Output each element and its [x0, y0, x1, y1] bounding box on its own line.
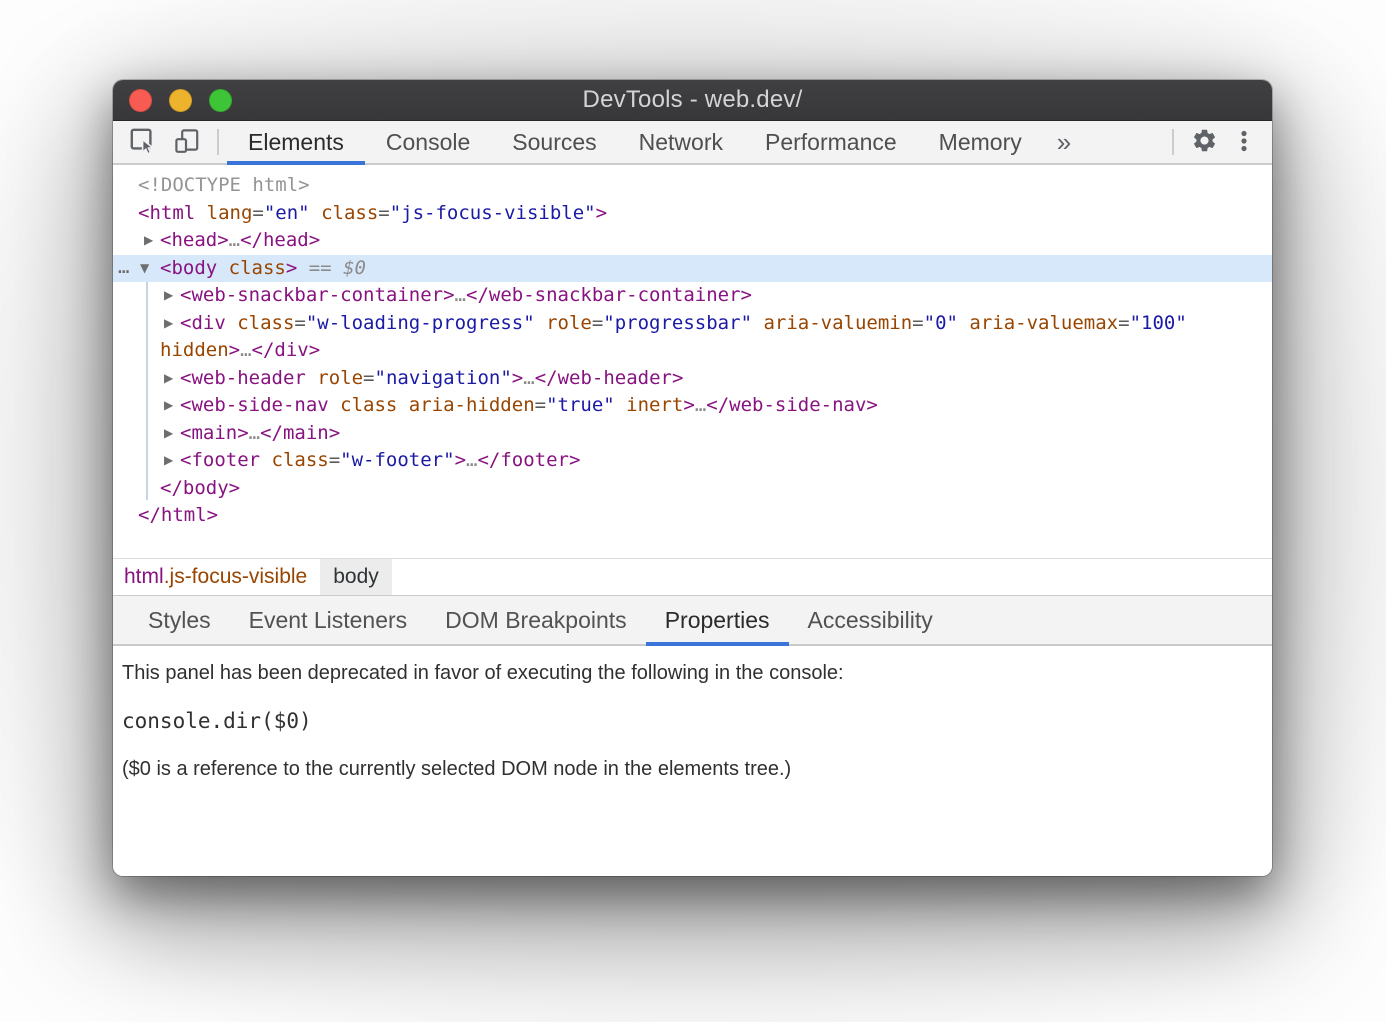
desktop-background: DevTools - web.dev/: [0, 0, 1386, 1022]
tree-row-body-open[interactable]: …▼<body class> == $0: [113, 255, 1272, 283]
sidebar-tab-event-listeners[interactable]: Event Listeners: [230, 596, 427, 644]
device-toolbar-button[interactable]: [165, 121, 209, 163]
inspect-cursor-icon: [129, 127, 157, 158]
sidebar-tab-styles[interactable]: Styles: [129, 596, 230, 644]
dollar-zero-note: ($0 is a reference to the currently sele…: [122, 758, 1263, 780]
tree-row-web-snackbar-container[interactable]: ▶<web-snackbar-container>…</web-snackbar…: [113, 282, 1272, 310]
device-toolbar-icon: [173, 127, 201, 158]
expand-arrow-icon[interactable]: ▶: [164, 447, 173, 475]
tree-row-div-loading-progress[interactable]: ▶<div class="w-loading-progress" role="p…: [113, 310, 1272, 338]
sidebar-tab-dom-breakpoints[interactable]: DOM Breakpoints: [426, 596, 646, 644]
tree-row-div-loading-progress-wrap[interactable]: hidden>…</div>: [113, 337, 1272, 365]
tab-memory[interactable]: Memory: [918, 121, 1043, 163]
toolbar-divider: [217, 129, 219, 155]
minimize-window-button[interactable]: [169, 89, 192, 112]
toolbar-spacer: [1085, 121, 1164, 163]
gear-icon: [1191, 127, 1218, 157]
node-options-dots[interactable]: …: [118, 255, 129, 280]
kebab-menu-button[interactable]: [1226, 121, 1262, 163]
tab-sources[interactable]: Sources: [491, 121, 617, 163]
zoom-window-button[interactable]: [209, 89, 232, 112]
panel-tab-strip: ElementsConsoleSourcesNetworkPerformance…: [227, 121, 1043, 163]
expand-arrow-icon[interactable]: ▶: [164, 392, 173, 420]
tab-network[interactable]: Network: [618, 121, 744, 163]
tab-performance[interactable]: Performance: [744, 121, 918, 163]
toolbar-right-divider: [1172, 129, 1174, 155]
close-window-button[interactable]: [129, 89, 152, 112]
breadcrumb: html.js-focus-visiblebody: [113, 558, 1272, 595]
sidebar-tab-properties[interactable]: Properties: [646, 596, 789, 644]
deprecation-message: This panel has been deprecated in favor …: [122, 662, 1263, 684]
properties-panel: This panel has been deprecated in favor …: [113, 646, 1272, 876]
expand-arrow-icon[interactable]: ▶: [164, 420, 173, 448]
settings-button[interactable]: [1182, 121, 1226, 163]
tree-row-footer[interactable]: ▶<footer class="w-footer">…</footer>: [113, 447, 1272, 475]
collapse-arrow-icon[interactable]: ▼: [140, 255, 149, 283]
devtools-window: DevTools - web.dev/: [113, 80, 1272, 876]
tree-row-head[interactable]: ▶<head>…</head>: [113, 227, 1272, 255]
tree-row-html-open[interactable]: <html lang="en" class="js-focus-visible"…: [113, 200, 1272, 228]
devtools-toolbar: ElementsConsoleSourcesNetworkPerformance…: [113, 121, 1272, 165]
inspect-element-button[interactable]: [121, 121, 165, 163]
tree-row-web-side-nav[interactable]: ▶<web-side-nav class aria-hidden="true" …: [113, 392, 1272, 420]
breadcrumb-html[interactable]: html.js-focus-visible: [124, 559, 320, 595]
tree-row-main[interactable]: ▶<main>…</main>: [113, 420, 1272, 448]
tree-row-html-close[interactable]: </html>: [113, 502, 1272, 530]
breadcrumb-body[interactable]: body: [320, 559, 392, 595]
expand-arrow-icon[interactable]: ▶: [144, 227, 153, 255]
console-dir-code: console.dir($0): [122, 710, 1263, 732]
tree-row-doctype[interactable]: <!DOCTYPE html>: [113, 172, 1272, 200]
expand-arrow-icon[interactable]: ▶: [164, 282, 173, 310]
sidebar-tab-strip: StylesEvent ListenersDOM BreakpointsProp…: [113, 595, 1272, 646]
kebab-menu-icon: [1231, 128, 1257, 157]
traffic-lights: [129, 89, 232, 112]
window-title: DevTools - web.dev/: [583, 86, 803, 114]
expand-arrow-icon[interactable]: ▶: [164, 365, 173, 393]
tab-console[interactable]: Console: [365, 121, 491, 163]
expand-arrow-icon[interactable]: ▶: [164, 310, 173, 338]
tab-elements[interactable]: Elements: [227, 121, 365, 163]
elements-tree-panel: <!DOCTYPE html><html lang="en" class="js…: [113, 165, 1272, 558]
sidebar-tab-accessibility[interactable]: Accessibility: [789, 596, 952, 644]
more-tabs-button[interactable]: »: [1043, 121, 1085, 163]
tree-row-web-header[interactable]: ▶<web-header role="navigation">…</web-he…: [113, 365, 1272, 393]
tree-row-body-close[interactable]: </body>: [113, 475, 1272, 503]
window-titlebar[interactable]: DevTools - web.dev/: [113, 80, 1272, 121]
